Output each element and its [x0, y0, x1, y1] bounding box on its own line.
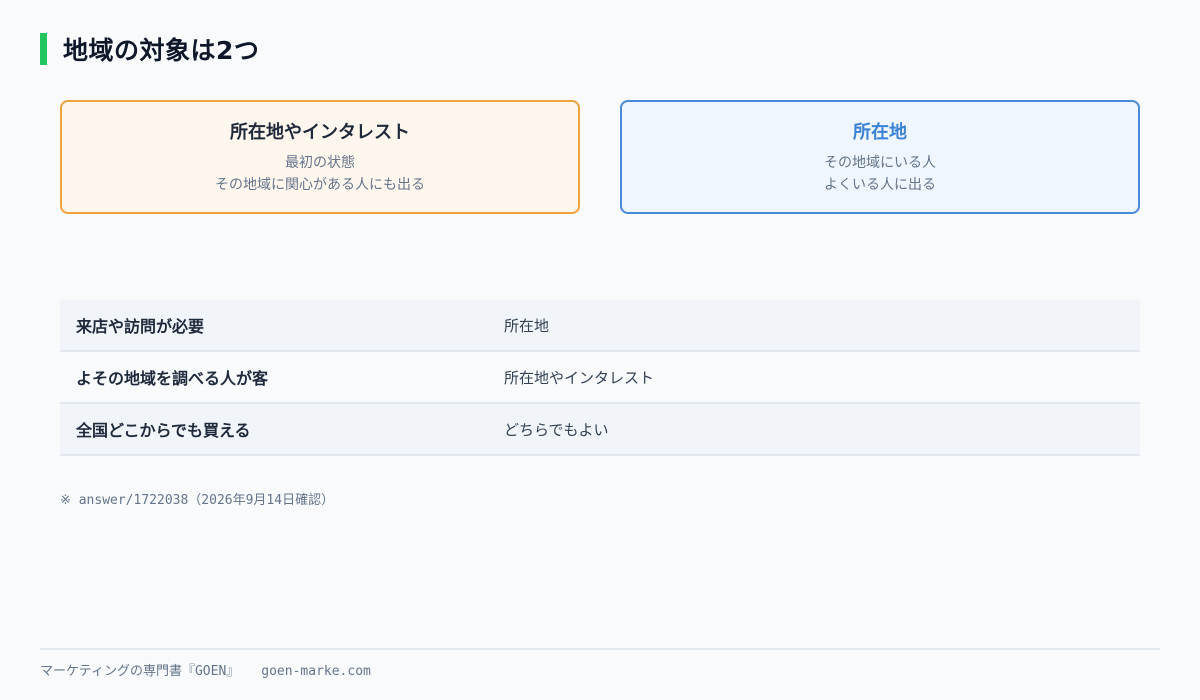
- table-row: よその地域を調べる人が客 所在地やインタレスト: [60, 352, 1140, 404]
- option-card-location-interest: 所在地やインタレスト 最初の状態 その地域に関心がある人にも出る: [60, 100, 580, 214]
- target-cell: 所在地やインタレスト: [504, 368, 655, 387]
- card-description-line: その地域にいる人: [824, 155, 936, 171]
- footer-divider: [40, 648, 1160, 650]
- card-description-line: よくいる人に出る: [824, 177, 936, 193]
- target-cell: 所在地: [504, 316, 550, 335]
- target-cell: どちらでもよい: [504, 420, 609, 439]
- page-title: 地域の対象は2つ: [63, 36, 260, 65]
- card-title: 所在地: [853, 122, 907, 143]
- footer-site: goen-marke.com: [261, 664, 371, 679]
- card-description-line: その地域に関心がある人にも出る: [215, 177, 425, 193]
- source-note: ※ answer/1722038（2026年9月14日確認）: [60, 493, 335, 508]
- option-card-location: 所在地 その地域にいる人 よくいる人に出る: [620, 100, 1140, 214]
- card-description-line: 最初の状態: [285, 155, 355, 171]
- title-accent-bar: [40, 33, 47, 65]
- comparison-table: 来店や訪問が必要 所在地 よその地域を調べる人が客 所在地やインタレスト 全国ど…: [60, 300, 1140, 456]
- condition-cell: よその地域を調べる人が客: [76, 369, 269, 388]
- table-row: 来店や訪問が必要 所在地: [60, 300, 1140, 352]
- footer-brand: マーケティングの専門書『GOEN』: [40, 664, 240, 679]
- page-header: 地域の対象は2つ: [40, 32, 259, 66]
- table-row: 全国どこからでも買える どちらでもよい: [60, 404, 1140, 456]
- slide: 地域の対象は2つ 所在地やインタレスト 最初の状態 その地域に関心がある人にも出…: [0, 0, 1200, 700]
- footer: マーケティングの専門書『GOEN』 goen-marke.com: [40, 660, 371, 679]
- card-title: 所在地やインタレスト: [230, 122, 410, 143]
- condition-cell: 来店や訪問が必要: [76, 317, 205, 336]
- condition-cell: 全国どこからでも買える: [76, 421, 251, 440]
